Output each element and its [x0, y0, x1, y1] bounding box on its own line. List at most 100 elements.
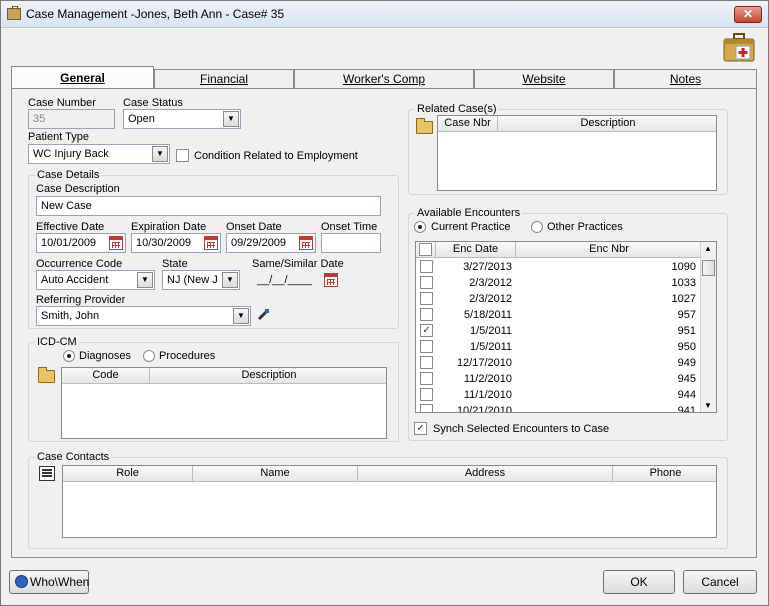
chevron-down-icon: ▼ [137, 272, 153, 288]
encounter-checkbox[interactable] [420, 372, 433, 385]
same-similar-date-input[interactable]: __/__/____ [252, 270, 320, 290]
case-contacts-title: Case Contacts [35, 451, 112, 463]
case-status-select[interactable]: Open ▼ [123, 109, 241, 129]
chevron-down-icon: ▼ [152, 146, 168, 162]
encounter-number: 951 [677, 325, 696, 337]
current-practice-radio[interactable] [414, 221, 426, 233]
ok-button[interactable]: OK [603, 570, 675, 594]
case-contacts-grid[interactable]: Role Name Address Phone [62, 465, 717, 538]
related-cases-grid-header: Case Nbr Description [438, 116, 716, 132]
scroll-thumb[interactable] [702, 260, 715, 276]
condition-employment-checkbox[interactable] [176, 149, 189, 162]
related-cases-grid[interactable]: Case Nbr Description [437, 115, 717, 191]
referring-provider-label: Referring Provider [36, 294, 126, 306]
occurrence-code-select[interactable]: Auto Accident ▼ [36, 270, 155, 290]
encounter-number: 945 [677, 373, 696, 385]
encounter-row[interactable]: 11/1/2010 944 [416, 387, 704, 403]
icd-grid-header: Code Description [62, 368, 386, 384]
select-all-checkbox[interactable] [419, 243, 432, 256]
scroll-up-icon[interactable]: ▲ [704, 244, 712, 253]
referring-provider-select[interactable]: Smith, John ▼ [36, 306, 251, 326]
encounter-row[interactable]: 2/3/2012 1027 [416, 291, 704, 307]
encounters-grid-header: Enc Date Enc Nbr [416, 242, 702, 258]
briefcase-icon [7, 6, 21, 20]
case-description-label: Case Description [36, 183, 120, 195]
synch-encounters-checkbox[interactable]: ✓ [414, 422, 427, 435]
encounter-date: 11/1/2010 [463, 389, 512, 401]
tab-general[interactable]: General [11, 66, 154, 88]
calendar-icon[interactable] [204, 236, 218, 250]
column-header-address[interactable]: Address [358, 466, 613, 482]
encounter-checkbox[interactable] [420, 356, 433, 369]
encounter-row[interactable]: 5/18/2011 957 [416, 307, 704, 323]
encounter-row[interactable]: 3/27/2013 1090 [416, 259, 704, 275]
select-all-column[interactable] [416, 242, 436, 258]
encounter-date: 12/17/2010 [456, 357, 512, 369]
other-practices-radio[interactable] [531, 221, 543, 233]
state-select[interactable]: NJ (New J ▼ [162, 270, 240, 290]
open-folder-icon[interactable] [38, 367, 55, 383]
patient-type-value: WC Injury Back [33, 148, 109, 160]
tab-website[interactable]: Website [474, 69, 614, 89]
scroll-down-icon[interactable]: ▼ [704, 401, 712, 410]
who-when-button[interactable]: Who\When [9, 570, 89, 594]
effective-date-label: Effective Date [36, 221, 105, 233]
encounter-row[interactable]: 11/2/2010 945 [416, 371, 704, 387]
tab-notes[interactable]: Notes [614, 69, 757, 89]
encounter-checkbox[interactable]: ✓ [420, 324, 433, 337]
search-provider-icon[interactable] [257, 308, 270, 321]
encounter-checkbox[interactable] [420, 340, 433, 353]
related-cases-title: Related Case(s) [415, 103, 499, 115]
encounters-grid[interactable]: Enc Date Enc Nbr 3/27/2013 1090 2/3/2012 10… [415, 241, 717, 413]
calendar-icon[interactable] [324, 273, 338, 287]
column-header-enc-date[interactable]: Enc Date [436, 242, 516, 258]
column-header-case-nbr[interactable]: Case Nbr [438, 116, 498, 132]
column-header-description[interactable]: Description [498, 116, 716, 132]
column-header-code[interactable]: Code [62, 368, 150, 384]
occurrence-code-value: Auto Accident [41, 274, 109, 286]
encounter-row[interactable]: 12/17/2010 949 [416, 355, 704, 371]
calendar-icon[interactable] [109, 236, 123, 250]
encounter-checkbox[interactable] [420, 308, 433, 321]
column-header-role[interactable]: Role [63, 466, 193, 482]
column-header-description[interactable]: Description [150, 368, 386, 384]
contact-list-icon[interactable] [39, 466, 55, 481]
open-folder-icon[interactable] [416, 118, 433, 134]
tab-workers-comp[interactable]: Worker's Comp [294, 69, 474, 89]
case-description-input[interactable]: New Case [36, 196, 381, 216]
encounter-checkbox[interactable] [420, 388, 433, 401]
onset-time-label: Onset Time [321, 221, 378, 233]
encounter-row[interactable]: 2/3/2012 1033 [416, 275, 704, 291]
diagnoses-radio[interactable] [63, 350, 75, 362]
case-number-field: 35 [28, 109, 115, 129]
close-button[interactable]: ✕ [734, 6, 762, 23]
encounter-number: 949 [677, 357, 696, 369]
encounter-number: 1090 [671, 261, 696, 273]
encounters-scrollbar[interactable]: ▲ ▼ [700, 242, 716, 412]
cancel-button[interactable]: Cancel [683, 570, 757, 594]
state-value: NJ (New J [167, 274, 218, 286]
general-panel: Case Number 35 Case Status Open ▼ Patien… [11, 88, 757, 558]
procedures-radio[interactable] [143, 350, 155, 362]
tab-bar: General Financial Worker's Comp Website … [11, 66, 757, 89]
patient-type-select[interactable]: WC Injury Back ▼ [28, 144, 170, 164]
tab-financial[interactable]: Financial [154, 69, 294, 89]
encounter-row[interactable]: 1/5/2011 950 [416, 339, 704, 355]
encounter-checkbox[interactable] [420, 292, 433, 305]
case-contacts-grid-header: Role Name Address Phone [63, 466, 716, 482]
encounter-row[interactable]: ✓ 1/5/2011 951 [416, 323, 704, 339]
encounter-checkbox[interactable] [420, 404, 433, 412]
diagnoses-label: Diagnoses [79, 350, 131, 362]
other-practices-label: Other Practices [547, 221, 623, 233]
encounter-row[interactable]: 10/21/2010 941 [416, 403, 704, 412]
encounter-checkbox[interactable] [420, 260, 433, 273]
column-header-name[interactable]: Name [193, 466, 358, 482]
icd-grid[interactable]: Code Description [61, 367, 387, 439]
column-header-enc-nbr[interactable]: Enc Nbr [516, 242, 702, 258]
calendar-icon[interactable] [299, 236, 313, 250]
column-header-phone[interactable]: Phone [613, 466, 716, 482]
icd-cm-title: ICD-CM [35, 336, 79, 348]
onset-time-input[interactable] [321, 233, 381, 253]
encounter-checkbox[interactable] [420, 276, 433, 289]
chevron-down-icon: ▼ [223, 111, 239, 127]
